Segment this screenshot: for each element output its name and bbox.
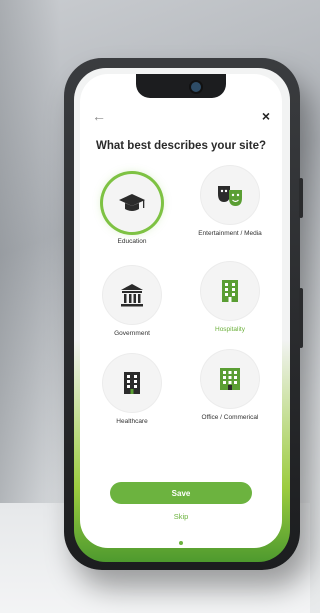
option-office-circle[interactable] (201, 350, 259, 408)
option-hospitality-label: Hospitality (215, 326, 245, 333)
top-bar: ← × (80, 108, 282, 128)
option-healthcare-circle[interactable] (103, 354, 161, 412)
page-indicator (80, 532, 282, 548)
option-entertainment-media[interactable]: Entertainment / Media (184, 166, 276, 237)
option-education-label: Education (117, 238, 147, 245)
graduation-cap-icon (119, 194, 145, 211)
option-office-commercial[interactable]: Office / Commerical (184, 350, 276, 421)
option-government[interactable]: Government (86, 266, 178, 337)
phone-device: ← × What best describes your site? Educa… (64, 58, 303, 570)
page-title: What best describes your site? (96, 140, 266, 152)
phone-power-button (299, 288, 303, 348)
close-icon[interactable]: × (262, 108, 270, 124)
hospital-building-icon (124, 372, 140, 394)
option-hospitality[interactable]: Hospitality (184, 262, 276, 333)
option-entertainment-circle[interactable] (201, 166, 259, 224)
page-indicator-dot (179, 541, 183, 545)
option-government-circle[interactable] (103, 266, 161, 324)
option-healthcare-label: Healthcare (116, 418, 148, 425)
arrow-left-icon[interactable]: ← (92, 108, 106, 124)
option-education-circle[interactable] (103, 174, 161, 232)
hotel-building-icon (222, 280, 238, 302)
option-education[interactable]: Education (86, 174, 178, 245)
app-screen: ← × What best describes your site? Educa… (80, 74, 282, 548)
option-government-label: Government (114, 330, 150, 337)
phone-side-button (299, 178, 303, 218)
government-building-icon (121, 284, 143, 307)
option-healthcare[interactable]: Healthcare (86, 354, 178, 425)
skip-link[interactable]: Skip (80, 512, 282, 521)
theater-masks-icon (218, 186, 242, 206)
phone-notch (136, 74, 226, 98)
option-entertainment-label: Entertainment / Media (198, 230, 262, 237)
front-camera-icon (189, 80, 203, 94)
office-building-icon (220, 368, 240, 390)
save-button[interactable]: Save (110, 482, 252, 504)
option-hospitality-circle[interactable] (201, 262, 259, 320)
option-office-label: Office / Commerical (201, 414, 259, 421)
background-shadow (0, 0, 60, 520)
